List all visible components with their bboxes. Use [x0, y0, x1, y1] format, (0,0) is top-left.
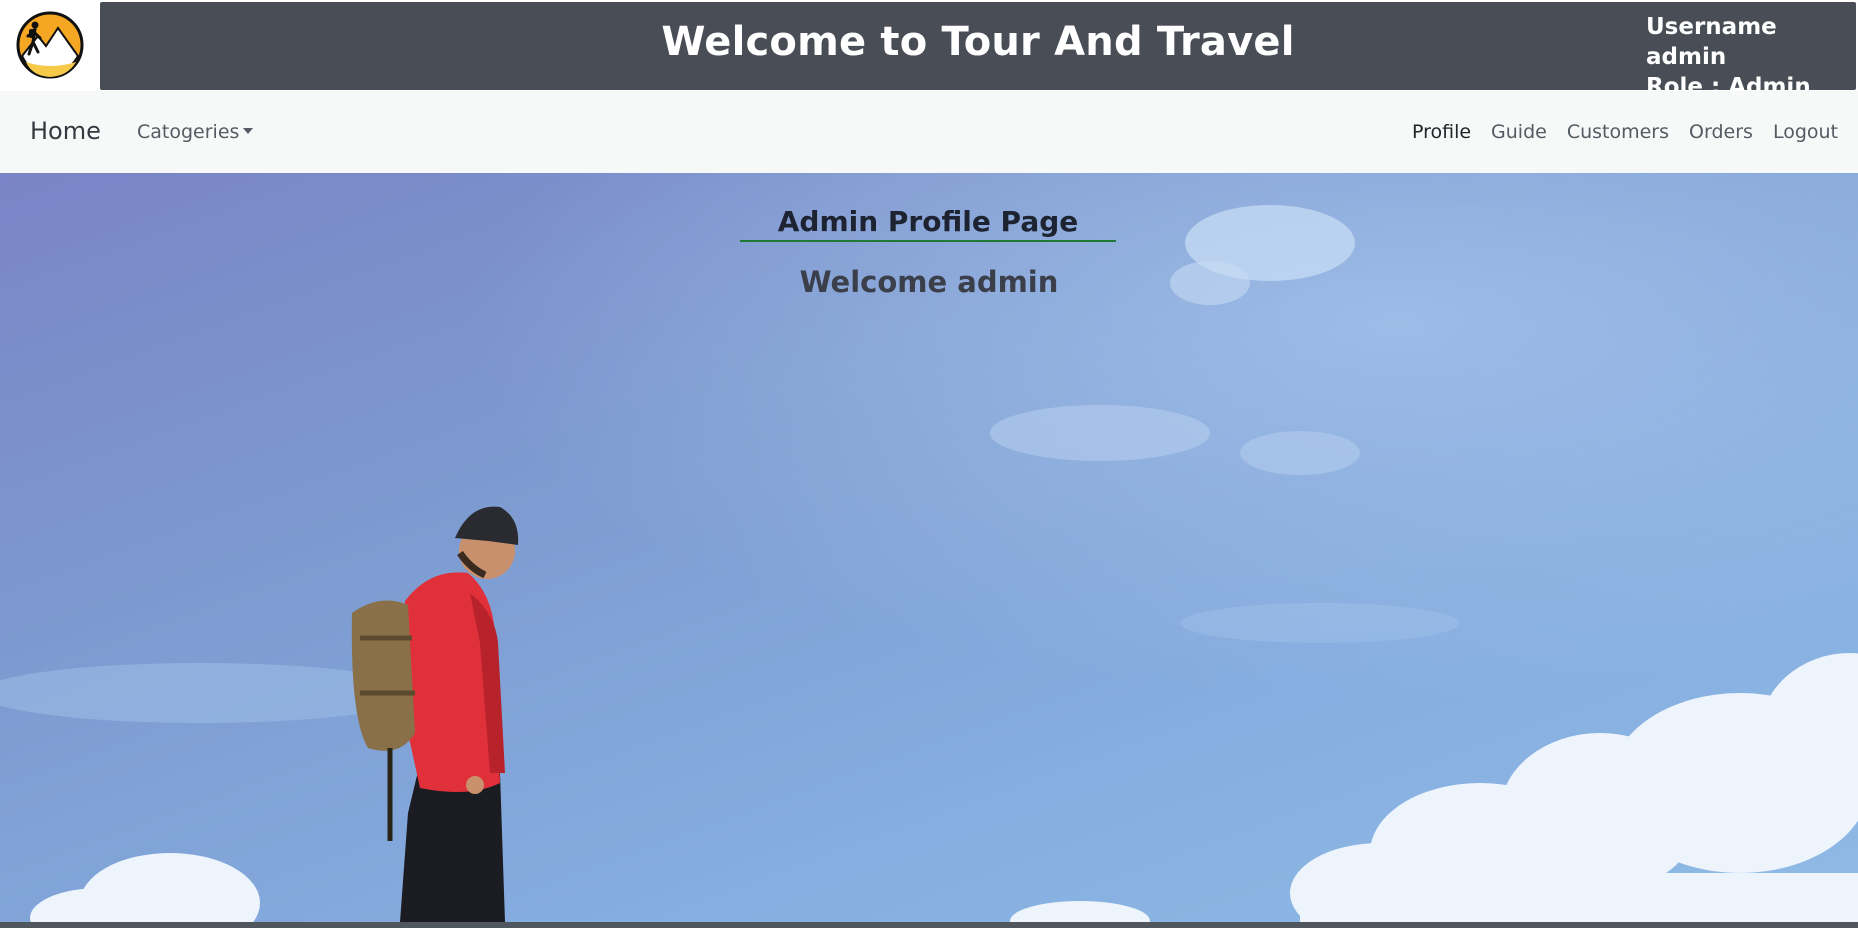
nav-guide-link[interactable]: Guide	[1491, 121, 1547, 143]
user-info: Username admin Role : Admin	[1646, 12, 1836, 102]
welcome-message: Welcome admin	[799, 265, 1059, 299]
top-header: Welcome to Tour And Travel Username admi…	[0, 0, 1858, 100]
header-band: Welcome to Tour And Travel Username admi…	[100, 2, 1856, 100]
footer-strip	[0, 922, 1858, 928]
username-label: Username admin	[1646, 14, 1777, 70]
navbar: Home Catogeries Profile Guide Customers …	[0, 91, 1858, 174]
site-title: Welcome to Tour And Travel	[661, 19, 1295, 65]
hiker-mountain-logo-icon	[16, 11, 84, 79]
nav-customers-link[interactable]: Customers	[1567, 121, 1669, 143]
nav-right-links: Profile Guide Customers Orders Logout	[1412, 121, 1838, 143]
hero-background: Admin Profile Page Welcome admin	[0, 173, 1858, 922]
nav-home-link[interactable]: Home	[30, 117, 101, 145]
page-heading: Admin Profile Page	[740, 205, 1116, 242]
chevron-down-icon	[243, 128, 254, 134]
nav-profile-link[interactable]: Profile	[1412, 121, 1471, 143]
nav-orders-link[interactable]: Orders	[1689, 121, 1753, 143]
categories-label: Catogeries	[137, 121, 240, 143]
nav-categories-dropdown[interactable]: Catogeries	[137, 121, 254, 143]
nav-logout-link[interactable]: Logout	[1773, 121, 1838, 143]
logo-container[interactable]	[0, 0, 100, 91]
